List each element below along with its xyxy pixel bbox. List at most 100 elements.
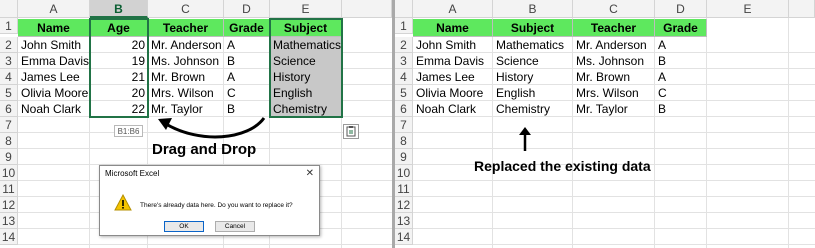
col-header-b[interactable]: B bbox=[493, 0, 573, 18]
cell-name[interactable]: James Lee bbox=[18, 69, 90, 85]
warning-icon bbox=[114, 194, 132, 211]
row-header-10[interactable]: 10 bbox=[0, 165, 18, 181]
header-cell-subject[interactable]: Subject bbox=[493, 19, 573, 37]
row-header-14[interactable]: 14 bbox=[395, 229, 413, 245]
header-cell-grade[interactable]: Grade bbox=[224, 19, 270, 37]
replace-data-dialog: Microsoft Excel ✕ There's already data h… bbox=[99, 165, 320, 236]
cell-teacher[interactable]: Mr. Brown bbox=[573, 69, 655, 85]
cell-name[interactable]: John Smith bbox=[413, 37, 493, 53]
cell-name[interactable]: Olivia Moore bbox=[18, 85, 90, 101]
dialog-message: There's already data here. Do you want t… bbox=[140, 202, 293, 209]
header-cell-teacher[interactable]: Teacher bbox=[573, 19, 655, 37]
gridline bbox=[413, 228, 815, 229]
col-header-e[interactable]: E bbox=[270, 0, 342, 18]
row-header-3[interactable]: 3 bbox=[0, 53, 18, 69]
col-header-e[interactable]: E bbox=[707, 0, 789, 18]
ok-button[interactable]: OK bbox=[164, 221, 204, 232]
cell-name[interactable]: Emma Davis bbox=[413, 53, 493, 69]
row-header-9[interactable]: 9 bbox=[0, 149, 18, 165]
row-header-7[interactable]: 7 bbox=[0, 117, 18, 133]
cell-grade[interactable]: A bbox=[655, 69, 707, 85]
row-header-8[interactable]: 8 bbox=[395, 133, 413, 149]
header-cell-teacher[interactable]: Teacher bbox=[148, 19, 224, 37]
cell-grade[interactable]: A bbox=[224, 69, 270, 85]
col-header-d[interactable]: D bbox=[655, 0, 707, 18]
col-header-c[interactable]: C bbox=[148, 0, 224, 18]
up-arrow-icon bbox=[519, 127, 531, 151]
cell-teacher[interactable]: Ms. Johnson bbox=[148, 53, 224, 69]
row-header-8[interactable]: 8 bbox=[0, 133, 18, 149]
gridline bbox=[413, 212, 815, 213]
cell-subject[interactable]: Science bbox=[493, 53, 573, 69]
row-header-10[interactable]: 10 bbox=[395, 165, 413, 181]
cell-grade[interactable]: B bbox=[655, 101, 707, 117]
col-header-f[interactable] bbox=[342, 0, 392, 18]
selection-border-b[interactable] bbox=[89, 18, 149, 118]
row-header-13[interactable]: 13 bbox=[0, 213, 18, 229]
cell-subject[interactable]: Mathematics bbox=[493, 37, 573, 53]
col-header-d[interactable]: D bbox=[224, 0, 270, 18]
dialog-title: Microsoft Excel bbox=[100, 166, 319, 182]
row-header-5[interactable]: 5 bbox=[395, 85, 413, 101]
row-header-13[interactable]: 13 bbox=[395, 213, 413, 229]
paste-options-icon[interactable] bbox=[343, 124, 359, 139]
col-header-f[interactable] bbox=[789, 0, 815, 18]
select-all-corner[interactable] bbox=[395, 0, 413, 18]
gridline bbox=[413, 180, 815, 181]
col-header-b[interactable]: B bbox=[90, 0, 148, 18]
header-cell-grade[interactable]: Grade bbox=[655, 19, 707, 37]
row-header-2[interactable]: 2 bbox=[395, 37, 413, 53]
cell-name[interactable]: Olivia Moore bbox=[413, 85, 493, 101]
gridline bbox=[413, 196, 815, 197]
row-header-4[interactable]: 4 bbox=[395, 69, 413, 85]
row-header-2[interactable]: 2 bbox=[0, 37, 18, 53]
col-header-c[interactable]: C bbox=[573, 0, 655, 18]
row-header-7[interactable]: 7 bbox=[395, 117, 413, 133]
row-header-14[interactable]: 14 bbox=[0, 229, 18, 245]
cell-teacher[interactable]: Mrs. Wilson bbox=[148, 85, 224, 101]
row-header-11[interactable]: 11 bbox=[395, 181, 413, 197]
cell-grade[interactable]: B bbox=[224, 53, 270, 69]
select-all-corner[interactable] bbox=[0, 0, 18, 18]
cell-grade[interactable]: A bbox=[655, 37, 707, 53]
row-header-12[interactable]: 12 bbox=[395, 197, 413, 213]
cell-name[interactable]: Noah Clark bbox=[413, 101, 493, 117]
cell-grade[interactable]: B bbox=[655, 53, 707, 69]
row-header-4[interactable]: 4 bbox=[0, 69, 18, 85]
gridline bbox=[413, 148, 815, 149]
cell-teacher[interactable]: Mr. Anderson bbox=[573, 37, 655, 53]
cell-name[interactable]: James Lee bbox=[413, 69, 493, 85]
cell-teacher[interactable]: Mr. Taylor bbox=[573, 101, 655, 117]
cell-subject[interactable]: History bbox=[493, 69, 573, 85]
cell-grade[interactable]: A bbox=[224, 37, 270, 53]
cell-name[interactable]: John Smith bbox=[18, 37, 90, 53]
cancel-button[interactable]: Cancel bbox=[215, 221, 255, 232]
cell-teacher[interactable]: Ms. Johnson bbox=[573, 53, 655, 69]
col-header-a[interactable]: A bbox=[413, 0, 493, 18]
header-cell-name[interactable]: Name bbox=[413, 19, 493, 37]
drop-target-border-e bbox=[269, 18, 343, 118]
cell-name[interactable]: Noah Clark bbox=[18, 101, 90, 117]
col-header-a[interactable]: A bbox=[18, 0, 90, 18]
header-cell-name[interactable]: Name bbox=[18, 19, 90, 37]
row-header-1[interactable]: 1 bbox=[0, 18, 18, 34]
cell-teacher[interactable]: Mr. Anderson bbox=[148, 37, 224, 53]
row-header-3[interactable]: 3 bbox=[395, 53, 413, 69]
row-header-5[interactable]: 5 bbox=[0, 85, 18, 101]
cell-grade[interactable]: C bbox=[224, 85, 270, 101]
cell-teacher[interactable]: Mr. Brown bbox=[148, 69, 224, 85]
row-header-6[interactable]: 6 bbox=[0, 101, 18, 117]
cell-subject[interactable]: English bbox=[493, 85, 573, 101]
gridline bbox=[413, 244, 815, 245]
row-header-1[interactable]: 1 bbox=[395, 18, 413, 34]
row-header-11[interactable]: 11 bbox=[0, 181, 18, 197]
cell-grade[interactable]: C bbox=[655, 85, 707, 101]
row-header-9[interactable]: 9 bbox=[395, 149, 413, 165]
row-header-12[interactable]: 12 bbox=[0, 197, 18, 213]
cell-subject[interactable]: Chemistry bbox=[493, 101, 573, 117]
result-caption: Replaced the existing data bbox=[474, 158, 651, 174]
cell-name[interactable]: Emma Davis bbox=[18, 53, 90, 69]
close-icon[interactable]: ✕ bbox=[306, 166, 314, 182]
cell-teacher[interactable]: Mrs. Wilson bbox=[573, 85, 655, 101]
row-header-6[interactable]: 6 bbox=[395, 101, 413, 117]
